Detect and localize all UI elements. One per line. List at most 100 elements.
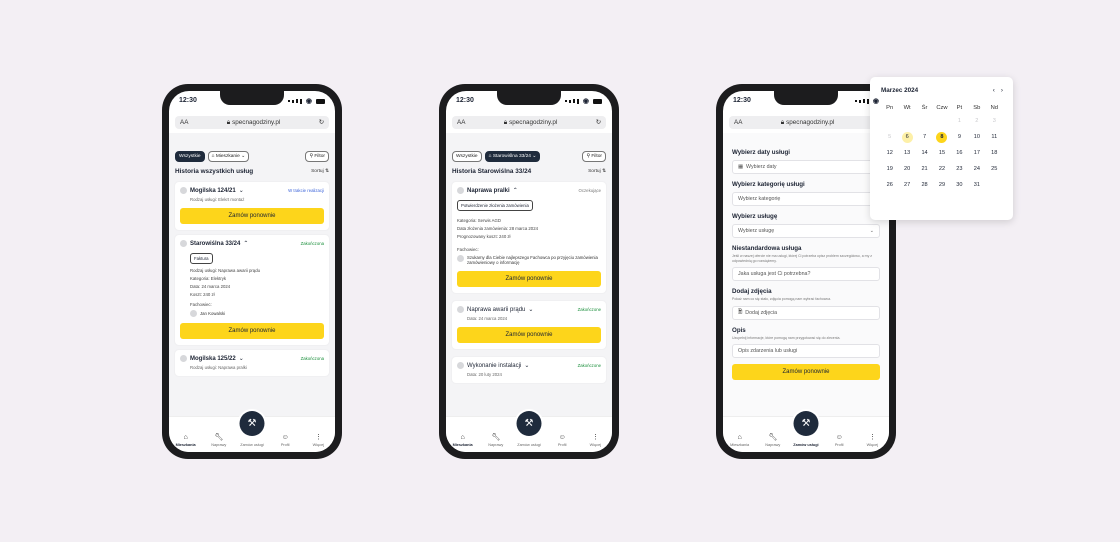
text-size-button[interactable]: AA bbox=[734, 119, 742, 126]
calendar-day[interactable]: 2 bbox=[971, 116, 982, 127]
calendar-day[interactable]: 11 bbox=[989, 132, 1000, 143]
calendar-day[interactable]: 10 bbox=[971, 132, 982, 143]
tab-label: Mieszkania bbox=[452, 443, 473, 447]
address-bar[interactable]: AA 🔒︎specnagodziny.pl ↻ bbox=[729, 116, 883, 129]
phone-screen: 12:30 ◉ AA 🔒︎ specnagodziny.pl ↻ Wszystki… bbox=[446, 91, 612, 452]
weekday-header: Pt bbox=[956, 105, 963, 111]
service-select[interactable]: Wybierz usługę ⌄ bbox=[732, 224, 880, 238]
tab-home[interactable]: ⌂ Mieszkania bbox=[172, 434, 200, 447]
calendar-day[interactable]: 19 bbox=[884, 164, 895, 175]
reorder-button[interactable]: Zamów ponownie bbox=[180, 208, 324, 224]
calendar-day[interactable]: 23 bbox=[954, 164, 965, 175]
calendar-day[interactable]: 22 bbox=[936, 164, 947, 175]
tab-home[interactable]: ⌂ Mieszkania bbox=[449, 434, 477, 447]
calendar-day[interactable]: 5 bbox=[884, 132, 895, 143]
sort-button[interactable]: Sortuj ⇅ bbox=[588, 169, 606, 174]
calendar-day[interactable]: 17 bbox=[971, 148, 982, 159]
custom-service-description: Jeśli w naszej ofercie nie ma usługi, kt… bbox=[732, 254, 873, 263]
tab-repairs[interactable]: 🔧︎ Naprawy bbox=[205, 434, 233, 447]
tab-repairs[interactable]: 🔧︎ Naprawy bbox=[759, 434, 787, 447]
calendar-day[interactable]: 29 bbox=[936, 180, 947, 191]
tab-label: Więcej bbox=[866, 443, 879, 447]
lock-icon: 🔒︎ bbox=[226, 118, 231, 126]
tab-repairs[interactable]: 🔧︎ Naprawy bbox=[482, 434, 510, 447]
reorder-button[interactable]: Zamów ponownie bbox=[180, 323, 324, 339]
add-photos-label: Dodaj zdjęcia bbox=[745, 309, 778, 316]
tab-home[interactable]: ⌂ Mieszkania bbox=[726, 434, 754, 447]
chevron-up-icon[interactable]: ⌃ bbox=[243, 240, 248, 247]
chevron-down-icon[interactable]: ⌄ bbox=[528, 306, 533, 313]
calendar-day[interactable]: 25 bbox=[989, 164, 1000, 175]
filter-chip-all[interactable]: Wszystkie bbox=[452, 151, 482, 162]
order-service-fab[interactable]: ⚒ bbox=[516, 411, 542, 436]
calendar-day[interactable]: 13 bbox=[902, 148, 913, 159]
reorder-button[interactable]: Zamów ponownie bbox=[457, 271, 601, 287]
calendar-day[interactable]: 16 bbox=[954, 148, 965, 159]
confirmation-tag[interactable]: Potwierdzenie złożenia zamówienia bbox=[457, 200, 533, 211]
chevron-down-icon[interactable]: ⌄ bbox=[239, 355, 244, 362]
weekday-header: Śr bbox=[921, 105, 928, 111]
tab-more[interactable]: ⋮ Więcej bbox=[858, 434, 886, 447]
calendar-day[interactable]: 12 bbox=[884, 148, 895, 159]
calendar-day[interactable]: 9 bbox=[954, 132, 965, 143]
calendar-day[interactable]: 6 bbox=[901, 132, 913, 143]
tab-profile[interactable]: ☺ Profil bbox=[548, 434, 576, 447]
calendar-day[interactable]: 31 bbox=[971, 180, 982, 191]
tab-more[interactable]: ⋮ Więcej bbox=[304, 434, 332, 447]
weekday-header: Pn bbox=[886, 105, 894, 111]
page-title: Historia wszystkich usług bbox=[175, 168, 254, 175]
tab-profile[interactable]: ☺ Profil bbox=[271, 434, 299, 447]
reload-icon[interactable]: ↻ bbox=[596, 119, 601, 126]
chevron-up-icon[interactable]: ⌃ bbox=[513, 187, 518, 194]
calendar-day[interactable]: 14 bbox=[919, 148, 930, 159]
reorder-button[interactable]: Zamów ponownie bbox=[457, 327, 601, 343]
invoice-tag[interactable]: Faktura bbox=[190, 253, 213, 264]
date-picker-field[interactable]: ▦ Wybierz daty bbox=[732, 160, 880, 174]
next-month-button[interactable]: › bbox=[1001, 87, 1003, 94]
calendar-day[interactable]: 30 bbox=[954, 180, 965, 191]
address-bar[interactable]: AA 🔒︎specnagodziny.pl ↻ bbox=[452, 116, 606, 129]
calendar-day[interactable]: 26 bbox=[884, 180, 895, 191]
tools-icon: ⚒ bbox=[801, 418, 811, 429]
filter-chip-all[interactable]: Wszystkie bbox=[175, 151, 205, 162]
add-photos-button[interactable]: 🗎︎ Dodaj zdjęcia bbox=[732, 305, 880, 320]
calendar-day[interactable]: 15 bbox=[936, 148, 947, 159]
order-button[interactable]: Zamów ponownie bbox=[732, 364, 880, 381]
calendar-day[interactable]: 24 bbox=[971, 164, 982, 175]
calendar-day[interactable]: 28 bbox=[919, 180, 930, 191]
calendar-day[interactable]: 21 bbox=[919, 164, 930, 175]
phone-screen: 12:30 ◉ AA 🔒︎ specnagodziny.pl ↻ Wszystki… bbox=[169, 91, 335, 452]
custom-service-input[interactable]: Jaka usługa jest Ci potrzebna? bbox=[732, 267, 880, 282]
tab-more[interactable]: ⋮ Więcej bbox=[581, 434, 609, 447]
phone-history-location: 12:30 ◉ AA 🔒︎ specnagodziny.pl ↻ Wszystki… bbox=[439, 84, 619, 459]
description-input[interactable]: Opis zdarzenia lub usługi bbox=[732, 344, 880, 359]
calendar-day[interactable]: 8 bbox=[936, 132, 948, 143]
text-size-button[interactable]: AA bbox=[457, 119, 465, 126]
status-bar: 12:30 ◉ bbox=[179, 97, 325, 105]
status-time: 12:30 bbox=[456, 97, 474, 104]
filter-chip-location[interactable]: ⌂ Starowiślna 33/24 ⌄ bbox=[484, 151, 541, 162]
calendar-day[interactable]: 7 bbox=[919, 132, 930, 143]
filter-button[interactable]: ⚲ Filtor bbox=[305, 151, 329, 162]
text-size-button[interactable]: AA bbox=[180, 119, 188, 126]
category-select[interactable]: Wybierz kategorię⌄ bbox=[732, 192, 880, 206]
order-service-fab[interactable]: ⚒ bbox=[793, 411, 819, 436]
calendar-day[interactable]: 18 bbox=[989, 148, 1000, 159]
order-service-fab[interactable]: ⚒ bbox=[239, 411, 265, 436]
filter-chip-location[interactable]: ⌂ Mieszkanie ⌄ bbox=[207, 151, 250, 162]
calendar-day[interactable]: 3 bbox=[989, 116, 1000, 127]
prev-month-button[interactable]: ‹ bbox=[993, 87, 995, 94]
tab-label: Naprawy bbox=[211, 443, 227, 447]
calendar-day[interactable]: 20 bbox=[902, 164, 913, 175]
sort-button[interactable]: Sortuj ⇅ bbox=[311, 169, 329, 174]
chevron-down-icon[interactable]: ⌄ bbox=[524, 362, 529, 369]
service-label: Wybierz usługę bbox=[732, 213, 778, 220]
tab-profile[interactable]: ☺ Profil bbox=[825, 434, 853, 447]
calendar-day[interactable]: 27 bbox=[902, 180, 913, 191]
filter-button[interactable]: ⚲ Filtor bbox=[582, 151, 606, 162]
address-bar[interactable]: AA 🔒︎specnagodziny.pl ↻ bbox=[175, 116, 329, 129]
calendar-day[interactable]: 1 bbox=[954, 116, 965, 127]
reload-icon[interactable]: ↻ bbox=[319, 119, 324, 126]
category-placeholder: Wybierz kategorię bbox=[738, 196, 781, 202]
chevron-down-icon[interactable]: ⌄ bbox=[239, 187, 244, 194]
